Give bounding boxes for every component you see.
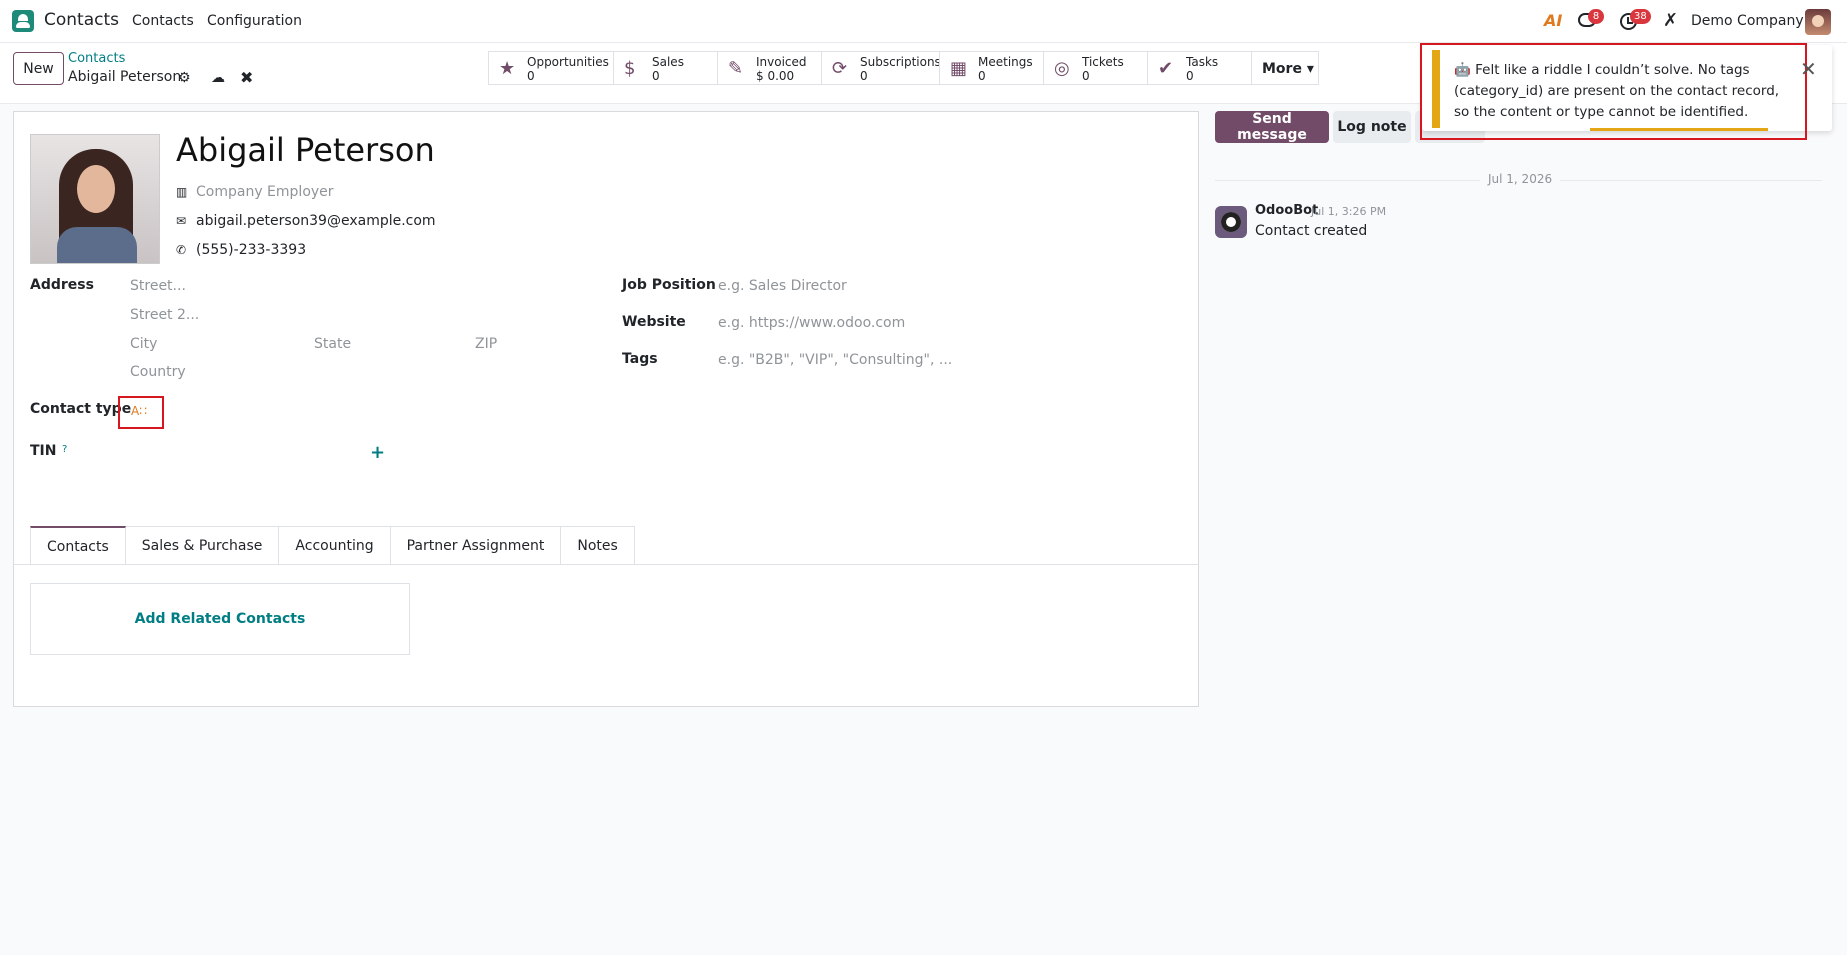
more-label: More	[1262, 61, 1302, 77]
add-tin-plus-icon[interactable]: +	[370, 442, 385, 463]
lifebuoy-icon: ◎	[1054, 58, 1070, 79]
phone-field[interactable]: ✆ (555)-233-3393	[176, 242, 306, 258]
state-input[interactable]: State	[314, 336, 351, 352]
form-sheet: Abigail Peterson ▥ Company Employer ✉ abig…	[13, 111, 1199, 707]
zip-input[interactable]: ZIP	[475, 336, 497, 352]
contact-name[interactable]: Abigail Peterson	[176, 131, 435, 169]
contact-type-icon: A∷	[131, 404, 147, 418]
log-note-button[interactable]: Log note	[1333, 111, 1411, 143]
ai-icon[interactable]: AI	[1544, 11, 1562, 30]
send-message-button[interactable]: Send message	[1215, 111, 1329, 143]
city-input[interactable]: City	[130, 336, 157, 352]
smart-value: 0	[527, 69, 535, 83]
smart-button-opportunities[interactable]: ★ Opportunities 0	[488, 51, 614, 85]
gear-icon[interactable]: ⚙	[178, 70, 191, 86]
calendar-icon: ▦	[950, 58, 968, 79]
discard-icon[interactable]: ✖	[240, 68, 253, 87]
tin-label: TIN	[30, 443, 57, 459]
contact-avatar[interactable]	[30, 134, 160, 264]
message-date: Jul 1, 3:26 PM	[1311, 205, 1387, 218]
message-author[interactable]: OdooBot	[1255, 203, 1318, 218]
contact-type-label: Contact type	[30, 401, 132, 417]
more-button[interactable]: More ▾	[1251, 51, 1319, 85]
smart-button-tickets[interactable]: ◎ Tickets 0	[1043, 51, 1148, 85]
invoice-icon: ✎	[728, 58, 744, 79]
star-icon: ★	[499, 58, 516, 79]
notification-highlight-box	[1420, 43, 1807, 140]
smart-value: 0	[1186, 69, 1194, 83]
company-placeholder: Company Employer	[196, 184, 334, 200]
smart-value: 0	[978, 69, 986, 83]
company-field[interactable]: ▥ Company Employer	[176, 184, 334, 200]
smart-button-invoiced[interactable]: ✎ Invoiced $ 0.00	[717, 51, 822, 85]
app-name[interactable]: Contacts	[44, 10, 119, 30]
tags-label: Tags	[622, 351, 658, 367]
street-input[interactable]: Street...	[130, 278, 186, 294]
envelope-icon: ✉	[176, 214, 187, 228]
street2-input[interactable]: Street 2...	[130, 307, 199, 323]
smart-label: Invoiced	[756, 55, 807, 69]
debug-tools-icon[interactable]: ✗	[1663, 10, 1678, 31]
notebook-tabs: Contacts Sales & Purchase Accounting Par…	[30, 526, 635, 565]
smart-button-subscriptions[interactable]: ⟳ Subscriptions 0	[821, 51, 941, 85]
email-value: abigail.peterson39@example.com	[196, 213, 436, 229]
smart-label: Tasks	[1186, 55, 1219, 69]
menu-configuration[interactable]: Configuration	[207, 13, 302, 29]
company-switcher[interactable]: Demo Company	[1691, 13, 1804, 29]
address-label: Address	[30, 277, 94, 293]
add-related-contacts-button[interactable]: Add Related Contacts	[30, 583, 410, 655]
user-avatar[interactable]	[1805, 9, 1831, 35]
activities-badge: 38	[1630, 9, 1651, 24]
contacts-app-icon[interactable]	[12, 10, 34, 32]
breadcrumb-current: Abigail Peterson	[68, 69, 182, 85]
smart-label: Meetings	[978, 55, 1033, 69]
website-label: Website	[622, 314, 686, 330]
smart-button-meetings[interactable]: ▦ Meetings 0	[939, 51, 1044, 85]
smart-label: Subscriptions	[860, 55, 941, 69]
website-input[interactable]: e.g. https://www.odoo.com	[718, 315, 905, 331]
smart-label: Opportunities	[527, 55, 609, 69]
refresh-icon: ⟳	[832, 58, 848, 79]
check-icon: ✔	[1158, 58, 1174, 79]
smart-button-tasks[interactable]: ✔ Tasks 0	[1147, 51, 1252, 85]
phone-icon: ✆	[176, 243, 187, 257]
dollar-icon: $	[624, 58, 636, 79]
job-position-label: Job Position	[622, 277, 716, 293]
tab-sales-purchase[interactable]: Sales & Purchase	[125, 526, 280, 565]
tags-input[interactable]: e.g. "B2B", "VIP", "Consulting", ...	[718, 352, 952, 368]
tabs-divider	[14, 564, 1198, 565]
smart-button-sales[interactable]: $ Sales 0	[613, 51, 718, 85]
caret-down-icon: ▾	[1306, 61, 1314, 77]
message-body: Contact created	[1255, 223, 1368, 239]
new-button[interactable]: New	[13, 52, 64, 85]
messages-badge: 8	[1588, 9, 1604, 24]
breadcrumb-contacts[interactable]: Contacts	[68, 51, 125, 66]
smart-label: Sales	[652, 55, 684, 69]
contact-type-field[interactable]: A∷	[118, 396, 164, 429]
tab-contacts[interactable]: Contacts	[30, 526, 126, 565]
tin-help-icon[interactable]: ?	[62, 444, 67, 455]
tab-notes[interactable]: Notes	[561, 526, 635, 565]
smart-value: 0	[860, 69, 868, 83]
menu-contacts[interactable]: Contacts	[132, 13, 194, 29]
tab-accounting[interactable]: Accounting	[279, 526, 391, 565]
save-cloud-icon[interactable]: ☁	[211, 70, 225, 86]
email-field[interactable]: ✉ abigail.peterson39@example.com	[176, 213, 436, 229]
odoobot-avatar	[1215, 206, 1247, 238]
building-icon: ▥	[176, 185, 188, 199]
close-icon[interactable]: ✕	[1800, 57, 1817, 81]
job-position-input[interactable]: e.g. Sales Director	[718, 278, 847, 294]
smart-value: 0	[1082, 69, 1090, 83]
date-separator: Jul 1, 2026	[1480, 172, 1561, 186]
smart-value: 0	[652, 69, 660, 83]
smart-value: $ 0.00	[756, 69, 795, 83]
phone-value: (555)-233-3393	[196, 242, 307, 258]
country-input[interactable]: Country	[130, 364, 186, 380]
tab-partner-assignment[interactable]: Partner Assignment	[390, 526, 562, 565]
top-navbar: Contacts Contacts Configuration AI 8 38 …	[0, 0, 1847, 43]
smart-label: Tickets	[1082, 55, 1124, 69]
